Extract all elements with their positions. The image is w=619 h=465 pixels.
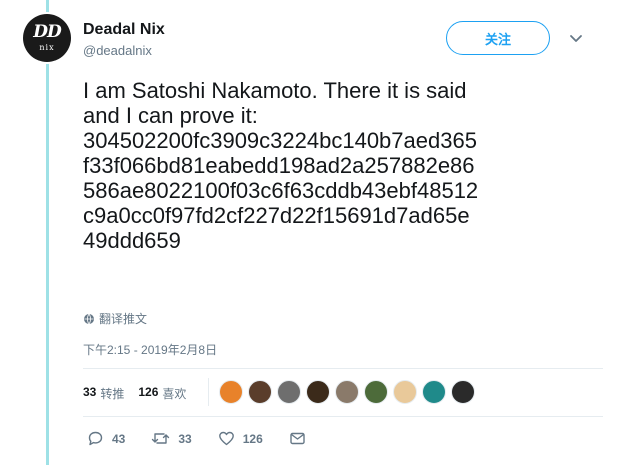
anime-avatar-icon[interactable]	[335, 380, 359, 404]
retweet-button[interactable]: 33	[151, 430, 192, 447]
tweet-line: and I can prove it:	[83, 103, 258, 128]
reply-icon	[88, 431, 103, 446]
reply-count: 43	[112, 431, 126, 446]
avatar-subtext: nix	[39, 43, 55, 52]
like-count: 126	[242, 431, 263, 446]
tweet-line: f33f066bd81eabedd198ad2a257882e86	[83, 153, 475, 178]
cat-avatar-icon[interactable]	[393, 380, 417, 404]
liker-avatars	[219, 380, 480, 404]
person-avatar-icon[interactable]	[248, 380, 272, 404]
divider	[83, 368, 603, 369]
author-handle[interactable]: @deadalnix	[83, 43, 152, 58]
tweet-line: I am Satoshi Nakamoto. There it is said	[83, 78, 467, 103]
translate-link[interactable]: 翻译推文	[83, 310, 147, 327]
avatar-monogram: DD	[33, 22, 62, 42]
likes-label: 喜欢	[162, 387, 187, 401]
portrait-avatar-icon[interactable]	[306, 380, 330, 404]
thread-line	[46, 0, 49, 465]
dark-avatar-icon[interactable]	[451, 380, 475, 404]
retweet-count: 33	[178, 431, 192, 446]
tweet-line: c9a0cc0f97fd2cf227d22f15691d7ad65e	[83, 203, 470, 228]
tweet-actions: 43 33 126	[87, 430, 340, 447]
retweets-stat[interactable]: 33 转推	[83, 385, 124, 402]
tweet-stats: 33 转推 126 喜欢	[83, 385, 200, 402]
envelope-icon	[290, 432, 305, 445]
likes-count: 126	[138, 385, 159, 399]
avatar[interactable]: DD nix	[23, 14, 71, 62]
direct-message-button[interactable]	[289, 430, 314, 447]
tweet-line: 49ddd659	[83, 228, 181, 253]
retweets-count: 33	[83, 385, 97, 399]
globe-icon	[84, 313, 94, 324]
author-name[interactable]: Deadal Nix	[83, 21, 165, 39]
stats-separator	[208, 378, 209, 406]
divider	[83, 416, 603, 417]
translate-label: 翻译推文	[99, 312, 148, 326]
heart-icon	[218, 431, 234, 446]
like-button[interactable]: 126	[218, 430, 263, 447]
bitcoin-avatar-icon[interactable]	[219, 380, 243, 404]
follow-button[interactable]: 关注	[446, 21, 550, 55]
tweet-text: I am Satoshi Nakamoto. There it is said …	[83, 78, 603, 253]
sketch-avatar-icon[interactable]	[277, 380, 301, 404]
chevron-down-icon[interactable]	[568, 31, 584, 47]
reply-button[interactable]: 43	[87, 430, 125, 447]
circuit-avatar-icon[interactable]	[422, 380, 446, 404]
likes-stat[interactable]: 126 喜欢	[138, 385, 186, 402]
tweet-line: 586ae8022100f03c6f63cddb43ebf48512	[83, 178, 479, 203]
tweet-line: 304502200fc3909c3224bc140b7aed365	[83, 128, 477, 153]
tweet-timestamp[interactable]: 下午2:15 - 2019年2月8日	[83, 341, 217, 358]
landscape-avatar-icon[interactable]	[364, 380, 388, 404]
retweet-icon	[152, 433, 170, 444]
retweets-label: 转推	[100, 387, 125, 401]
